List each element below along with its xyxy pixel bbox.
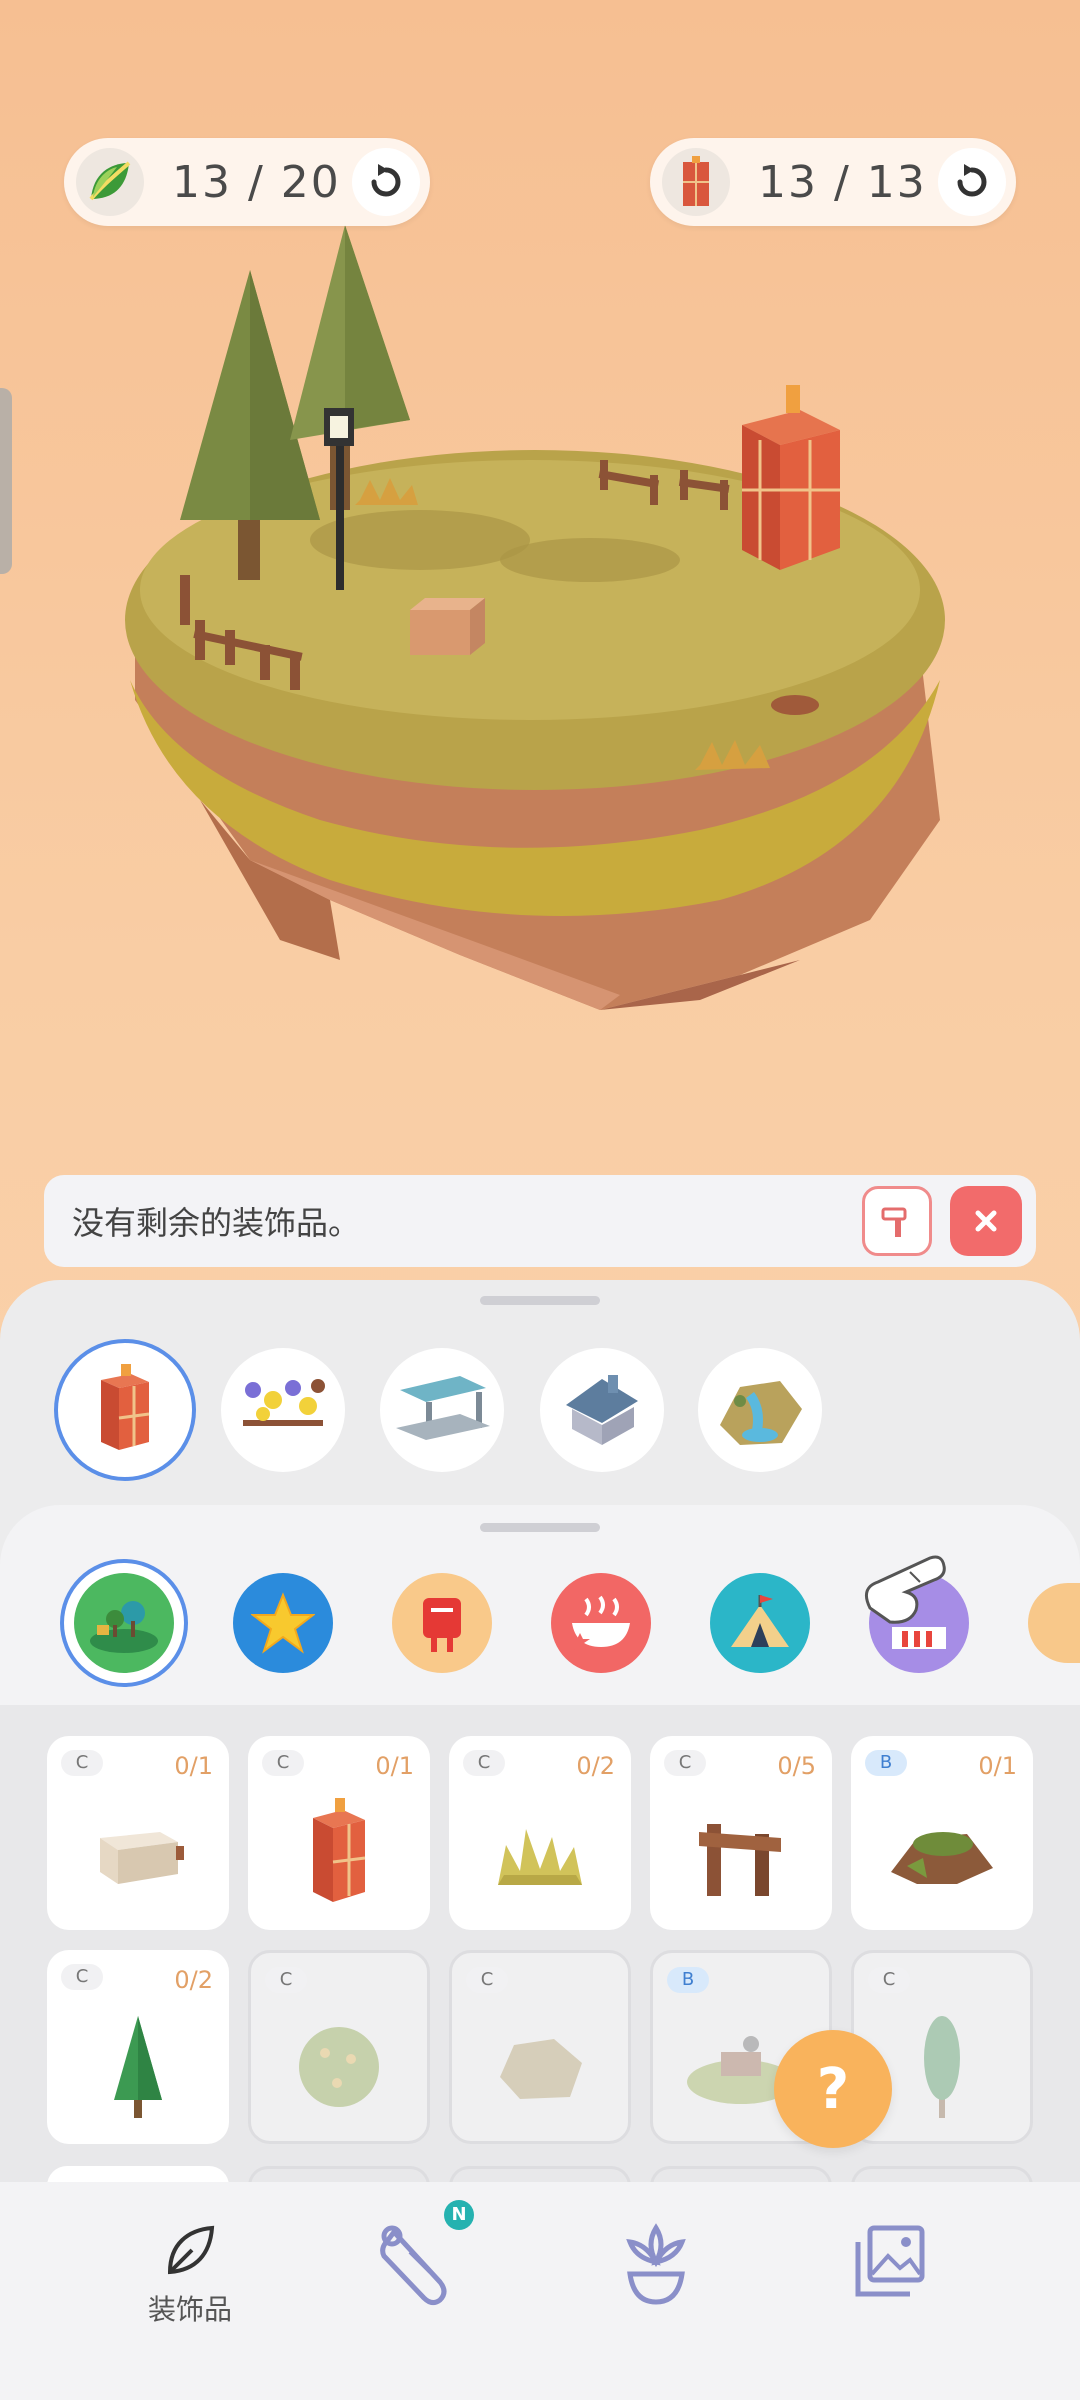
grade-badge: C [466,1967,508,1993]
plant-pot-icon [626,2223,686,2305]
grade-badge: C [262,1750,304,1776]
round-bush-icon [299,2027,379,2107]
red-tower-icon [313,1798,366,1902]
item-card[interactable]: C 0/5 [650,1736,832,1930]
reset-icon [957,164,987,197]
red-tower [742,385,840,570]
leaf-outline-icon [167,2225,215,2275]
gallery-icon [855,2225,925,2297]
grade-badge: C [61,1964,103,1990]
building-count: 13 / 13 [758,156,927,208]
pine-tree-icon [114,2016,162,2118]
hammer-icon [881,1207,907,1237]
bottom-nav: 装饰品 [0,2182,1080,2400]
cypress-tree-icon [924,2016,960,2118]
flower-garden-icon [243,1379,325,1426]
item-count: 0/1 [978,1752,1017,1780]
grade-badge: C [664,1750,706,1776]
reset-icon [371,164,401,197]
filter-nature[interactable] [74,1573,174,1673]
hot-food-icon [570,1595,630,1650]
category-house[interactable] [540,1348,664,1472]
item-count: 0/2 [174,1966,213,1994]
reset-building-button[interactable] [938,148,1006,216]
rock-icon [500,2039,582,2099]
mailbox-icon [423,1598,461,1652]
star-icon [251,1592,315,1654]
nav-quests[interactable] [350,2222,490,2310]
leaf-counter: 13 / 20 [64,138,430,226]
leaf-icon [76,148,144,216]
item-count: 0/5 [777,1752,816,1780]
close-button[interactable] [950,1186,1022,1256]
category-bus-stop[interactable] [380,1348,504,1472]
bus-stop-icon [396,1376,490,1440]
grade-badge: B [667,1967,709,1993]
filter-tent[interactable] [710,1573,810,1673]
item-card[interactable]: B 0/1 [851,1736,1033,1930]
pointing-hand-icon [864,1555,946,1624]
tent-icon [731,1595,789,1647]
waterfall-icon [720,1381,802,1445]
leaf-count: 13 / 20 [172,156,341,208]
grade-badge: C [61,1750,103,1776]
item-card[interactable]: C 0/1 [47,1736,229,1930]
grass-tuft-icon [498,1829,582,1885]
category-waterfall[interactable] [698,1348,822,1472]
grade-badge: C [463,1750,505,1776]
nature-icon [90,1601,158,1653]
message-bar: 没有剩余的装饰品。 [44,1175,1036,1267]
house-icon [566,1375,638,1445]
help-button[interactable]: ? [774,2030,892,2148]
item-card[interactable]: C 0/2 [47,1950,229,2144]
build-hammer-button[interactable] [862,1186,932,1256]
close-icon [975,1210,997,1232]
nav-decorations-label: 装饰品 [147,2293,232,2326]
grade-badge: C [868,1967,910,1993]
item-card-locked[interactable]: C [449,1950,631,2144]
item-count: 0/1 [174,1752,213,1780]
tree-stump-icon [891,1832,993,1884]
red-tower-icon [101,1364,150,1450]
help-button-label: ? [816,2056,850,2122]
reset-leaf-button[interactable] [352,148,420,216]
nav-plant[interactable] [586,2222,726,2312]
panel-drag-handle[interactable] [480,1296,600,1305]
building-counter: 13 / 13 [650,138,1016,226]
new-badge: N [444,2200,474,2230]
filter-star[interactable] [233,1573,333,1673]
filter-mailbox[interactable] [392,1573,492,1673]
red-tower-icon [662,148,730,216]
message-text: 没有剩余的装饰品。 [72,1204,361,1242]
filter-hot-food[interactable] [551,1573,651,1673]
scroll-icon [380,2225,447,2306]
category-red-tower[interactable] [63,1348,187,1472]
wooden-fence-icon [699,1824,781,1896]
side-drawer-handle[interactable] [0,388,12,574]
item-count: 0/2 [576,1752,615,1780]
planter-box-icon [100,1832,184,1884]
item-card[interactable]: C 0/2 [449,1736,631,1930]
item-count: 0/1 [375,1752,414,1780]
category-flower-garden[interactable] [221,1348,345,1472]
item-card-locked[interactable]: C [248,1950,430,2144]
nav-gallery[interactable] [820,2222,960,2310]
grade-badge: B [865,1750,907,1776]
grade-badge: C [265,1967,307,1993]
planter-box [410,598,485,655]
nav-decorations[interactable]: 装饰品 [120,2222,260,2328]
item-card[interactable]: C 0/1 [248,1736,430,1930]
filter-drag-handle[interactable] [480,1523,600,1532]
